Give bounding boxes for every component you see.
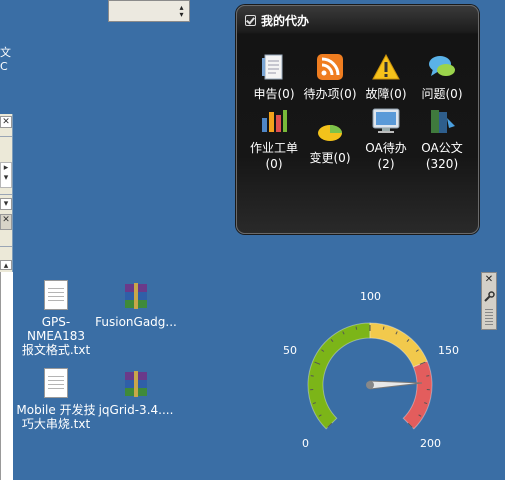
gauge-band-mid — [369, 322, 428, 368]
desktop-item-label-2: 巧大串烧.txt — [21, 417, 91, 431]
desktop-item-fusion[interactable]: FusionGadg... — [95, 280, 177, 329]
gauge-tick-50: 50 — [283, 344, 297, 357]
gadget-side-toolbar: ✕ — [481, 272, 497, 330]
widget-title: 我的代办 — [261, 13, 310, 28]
edge-text-2: C — [0, 60, 8, 73]
tile-label: 问题(0) — [421, 87, 463, 101]
bar-chart-icon — [259, 106, 289, 136]
close-icon[interactable]: ✕ — [0, 116, 12, 128]
text-file-icon — [40, 280, 72, 312]
tile-oa-doc[interactable]: OA公文 (320) — [412, 106, 472, 172]
tile-label: OA待办 — [365, 141, 407, 155]
desktop-item-label: GPS-NMEA183 — [26, 315, 86, 343]
gauge-tick-100: 100 — [360, 290, 381, 303]
partial-side-panel: ✕ ▸ ▾ ▾ ✕ ▴ — [0, 114, 13, 480]
tile-label: 故障(0) — [365, 87, 407, 101]
scroll-up-icon[interactable]: ▴ — [0, 260, 12, 271]
desktop-item-jqgrid[interactable]: jqGrid-3.4.... — [95, 368, 177, 417]
pie-chart-icon — [315, 116, 345, 146]
partial-dropdown[interactable]: ▴ ▾ — [108, 0, 190, 22]
tile-count: (2) — [377, 157, 395, 171]
drag-handle-icon[interactable] — [485, 309, 493, 325]
desktop-item-label: jqGrid-3.4.... — [98, 403, 174, 417]
my-todo-widget: 我的代办 申告(0) 待办项(0) 故障(0) 问题(0) 作业工单 (0) 变… — [236, 5, 479, 234]
tile-pending[interactable]: 待办项(0) — [300, 52, 360, 102]
desktop-item-label-2: 报文格式.txt — [21, 343, 91, 357]
tile-label: 待办项(0) — [303, 87, 357, 101]
warning-icon — [371, 52, 401, 82]
tile-change[interactable]: 变更(0) — [300, 116, 360, 166]
widget-header: 我的代办 — [245, 12, 309, 28]
chat-icon — [427, 52, 457, 82]
gauge-tick-150: 150 — [438, 344, 459, 357]
tile-label: 变更(0) — [309, 151, 351, 165]
tile-count: (320) — [425, 157, 459, 171]
books-icon — [427, 106, 457, 136]
dropdown-arrow-icon[interactable]: ▴ ▾ — [177, 4, 186, 19]
monitor-icon — [371, 106, 401, 136]
tile-label: 申告(0) — [253, 87, 295, 101]
scrollbar-track[interactable] — [0, 272, 13, 480]
gauge-widget: 0 50 100 150 200 — [280, 270, 480, 470]
desktop-item-label: Mobile 开发技 — [16, 403, 96, 417]
wrench-icon[interactable] — [483, 291, 495, 303]
scroll-down-icon[interactable]: ▾ — [0, 198, 12, 210]
close-icon-2[interactable]: ✕ — [0, 214, 12, 230]
rar-archive-icon — [120, 368, 152, 400]
tile-oa-todo[interactable]: OA待办 (2) — [356, 106, 416, 172]
tile-label: 作业工单 — [249, 141, 298, 155]
edge-text-1: 文 — [0, 46, 11, 59]
gauge-needle — [369, 380, 423, 390]
gauge-band-high — [402, 360, 433, 430]
document-icon — [259, 52, 289, 82]
checkbox-icon[interactable] — [245, 14, 256, 26]
rar-archive-icon — [120, 280, 152, 312]
tile-fault[interactable]: 故障(0) — [356, 52, 416, 102]
gauge-tick-200: 200 — [420, 437, 441, 450]
desktop-item-mobile[interactable]: Mobile 开发技 巧大串烧.txt — [15, 368, 97, 431]
tile-work-order[interactable]: 作业工单 (0) — [244, 106, 304, 172]
close-icon[interactable]: ✕ — [484, 275, 494, 285]
gauge-band-low — [307, 322, 371, 430]
tile-count: (0) — [265, 157, 283, 171]
scroll-arrows-icon[interactable]: ▸ ▾ — [0, 162, 12, 188]
gauge-tick-0: 0 — [302, 437, 309, 450]
tile-issue[interactable]: 问题(0) — [412, 52, 472, 102]
tile-label: OA公文 — [421, 141, 463, 155]
desktop-item-label: FusionGadg... — [95, 315, 177, 329]
desktop-item-gps[interactable]: GPS-NMEA183 报文格式.txt — [15, 280, 97, 357]
gauge-tick-mark — [355, 326, 358, 330]
tile-report[interactable]: 申告(0) — [244, 52, 304, 102]
gauge-hub — [366, 381, 374, 389]
rss-icon — [315, 52, 345, 82]
text-file-icon — [40, 368, 72, 400]
gauge-tick-mark — [382, 326, 385, 330]
